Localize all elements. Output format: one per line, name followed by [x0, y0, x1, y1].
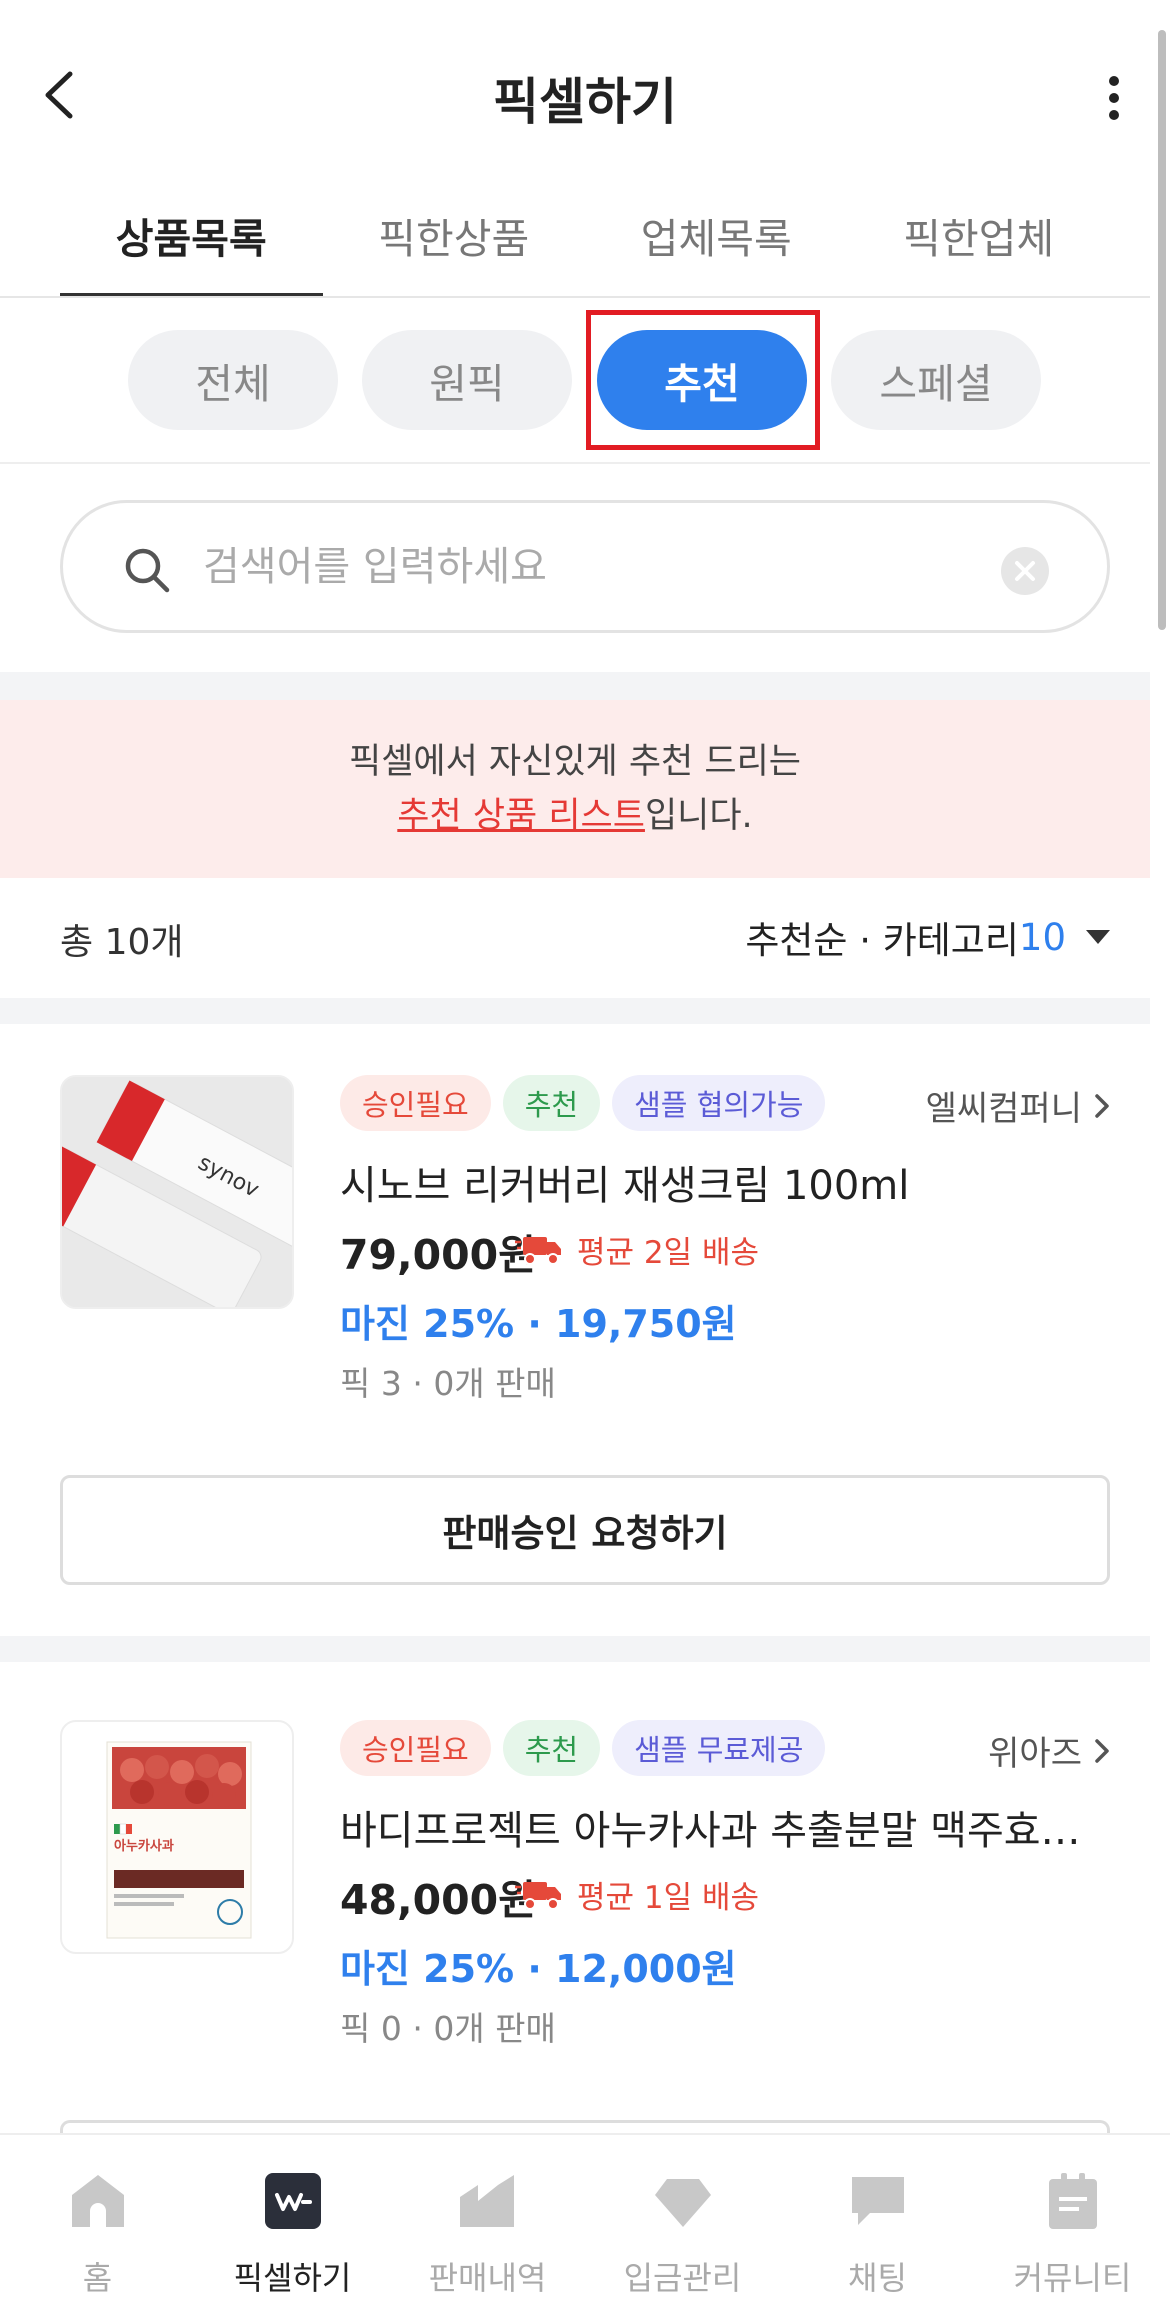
bottom-nav: 홈 픽셀하기 판매내역 입금관리 채팅 커뮤니티 [0, 2133, 1170, 2310]
product-image[interactable]: synov [60, 1075, 294, 1309]
nav-label: 입금관리 [623, 2259, 742, 2297]
list-header: 총 10개 추천순 · 카테고리 10 [0, 878, 1150, 998]
page-title: 픽셀하기 [493, 73, 677, 131]
nav-label: 채팅 [848, 2259, 907, 2297]
badge-recommended: 추천 [502, 1720, 601, 1776]
chip-one-pick[interactable]: 원픽 [362, 330, 572, 430]
vendor-link[interactable]: 엘씨컴퍼니 [926, 1081, 1110, 1130]
chip-all[interactable]: 전체 [128, 330, 338, 430]
chat-icon [851, 2177, 904, 2225]
chips-divider [0, 462, 1150, 464]
pixel-logo-icon [264, 2173, 321, 2229]
chip-special[interactable]: 스페셜 [831, 330, 1041, 430]
nav-label: 판매내역 [428, 2259, 547, 2297]
product-name[interactable]: 시노브 리커버리 재생크림 100ml [340, 1153, 1110, 1211]
request-approval-button[interactable]: 판매승인 요청하기 [60, 1475, 1110, 1585]
shipping-info: 평균 1일 배송 [515, 1872, 759, 1917]
shipping-text: 평균 2일 배송 [577, 1235, 760, 1271]
vendor-name: 위아즈 [988, 1734, 1082, 1774]
nav-pixel[interactable]: 픽셀하기 [195, 2135, 390, 2310]
banner-line-1: 픽셀에서 자신있게 추천 드리는 [349, 742, 801, 782]
section-gap [0, 998, 1150, 1024]
section-gap [0, 672, 1150, 700]
app-bar: 픽셀하기 [0, 0, 1170, 195]
chevron-right-icon [1095, 1093, 1109, 1118]
badge-row: 승인필요 추천 샘플 무료제공 [340, 1720, 826, 1776]
section-gap [0, 1636, 1150, 1662]
search-icon [125, 548, 170, 593]
nav-sales[interactable]: 판매내역 [390, 2135, 585, 2310]
margin-info: 마진 25% · 19,750원 [340, 1302, 737, 1346]
pick-sales-info: 픽 3 · 0개 판매 [340, 1364, 556, 1403]
recommend-banner: 픽셀에서 자신있게 추천 드리는 추천 상품 리스트입니다. [0, 700, 1150, 878]
banner-link[interactable]: 추천 상품 리스트 [397, 796, 645, 836]
sales-chart-icon [459, 2175, 514, 2227]
clear-icon[interactable] [1001, 547, 1049, 595]
vendor-link[interactable]: 위아즈 [988, 1726, 1110, 1775]
highlight-box [586, 310, 820, 450]
badge-sample: 샘플 협의가능 [612, 1075, 826, 1131]
more-options-icon[interactable] [1108, 75, 1120, 121]
shipping-text: 평균 1일 배송 [577, 1880, 760, 1916]
product-image[interactable]: 아누카사과 [60, 1720, 294, 1954]
nav-label: 커뮤니티 [1013, 2259, 1132, 2297]
nav-label: 홈 [82, 2259, 113, 2297]
nav-home[interactable]: 홈 [0, 2135, 195, 2310]
clipboard-icon [1048, 2173, 1097, 2229]
chevron-down-icon [1086, 930, 1110, 944]
product-name[interactable]: 바디프로젝트 아누카사과 추출분말 맥주효모 비오틴 PLUS [340, 1798, 1110, 1856]
tab-picked-vendors[interactable]: 픽한업체 [848, 195, 1111, 298]
search-bar [60, 500, 1110, 633]
nav-community[interactable]: 커뮤니티 [975, 2135, 1170, 2310]
search-input[interactable] [203, 531, 1003, 603]
nav-label: 픽셀하기 [233, 2259, 352, 2297]
banner-suffix: 입니다. [644, 796, 753, 836]
thumb-product-text: 아누카사과 [114, 1838, 174, 1854]
filter-chips: 전체 원픽 추천 스페셜 [0, 330, 1150, 430]
delivery-truck-icon [515, 1881, 561, 1910]
tab-product-list[interactable]: 상품목록 [60, 195, 323, 298]
shipping-info: 평균 2일 배송 [515, 1227, 759, 1272]
tabs-divider [0, 296, 1150, 298]
badge-row: 승인필요 추천 샘플 협의가능 [340, 1075, 826, 1131]
total-count: 총 10개 [60, 922, 184, 963]
badge-approval-required: 승인필요 [340, 1720, 491, 1776]
nav-deposit[interactable]: 입금관리 [585, 2135, 780, 2310]
product-price: 48,000원 [340, 1876, 536, 1924]
nav-chat[interactable]: 채팅 [780, 2135, 975, 2310]
diamond-icon [654, 2179, 711, 2227]
main-tabs: 상품목록 픽한상품 업체목록 픽한업체 [60, 195, 1110, 298]
product-price: 79,000원 [340, 1231, 536, 1279]
tab-picked-products[interactable]: 픽한상품 [323, 195, 586, 298]
home-icon [71, 2175, 124, 2227]
badge-recommended: 추천 [502, 1075, 601, 1131]
badge-sample: 샘플 무료제공 [612, 1720, 826, 1776]
pick-sales-info: 픽 0 · 0개 판매 [340, 2009, 556, 2048]
badge-approval-required: 승인필요 [340, 1075, 491, 1131]
vendor-name: 엘씨컴퍼니 [925, 1089, 1082, 1129]
sort-dropdown[interactable]: 추천순 · 카테고리 10 [745, 910, 1110, 964]
scrollbar[interactable] [1158, 30, 1166, 630]
chevron-right-icon [1095, 1738, 1109, 1763]
sort-label: 추천순 · 카테고리 [745, 919, 1019, 962]
banner-line-2: 추천 상품 리스트입니다. [0, 789, 1150, 843]
category-count: 10 [1018, 915, 1066, 959]
delivery-truck-icon [515, 1236, 561, 1265]
margin-info: 마진 25% · 12,000원 [340, 1947, 737, 1991]
tab-vendor-list[interactable]: 업체목록 [585, 195, 848, 298]
